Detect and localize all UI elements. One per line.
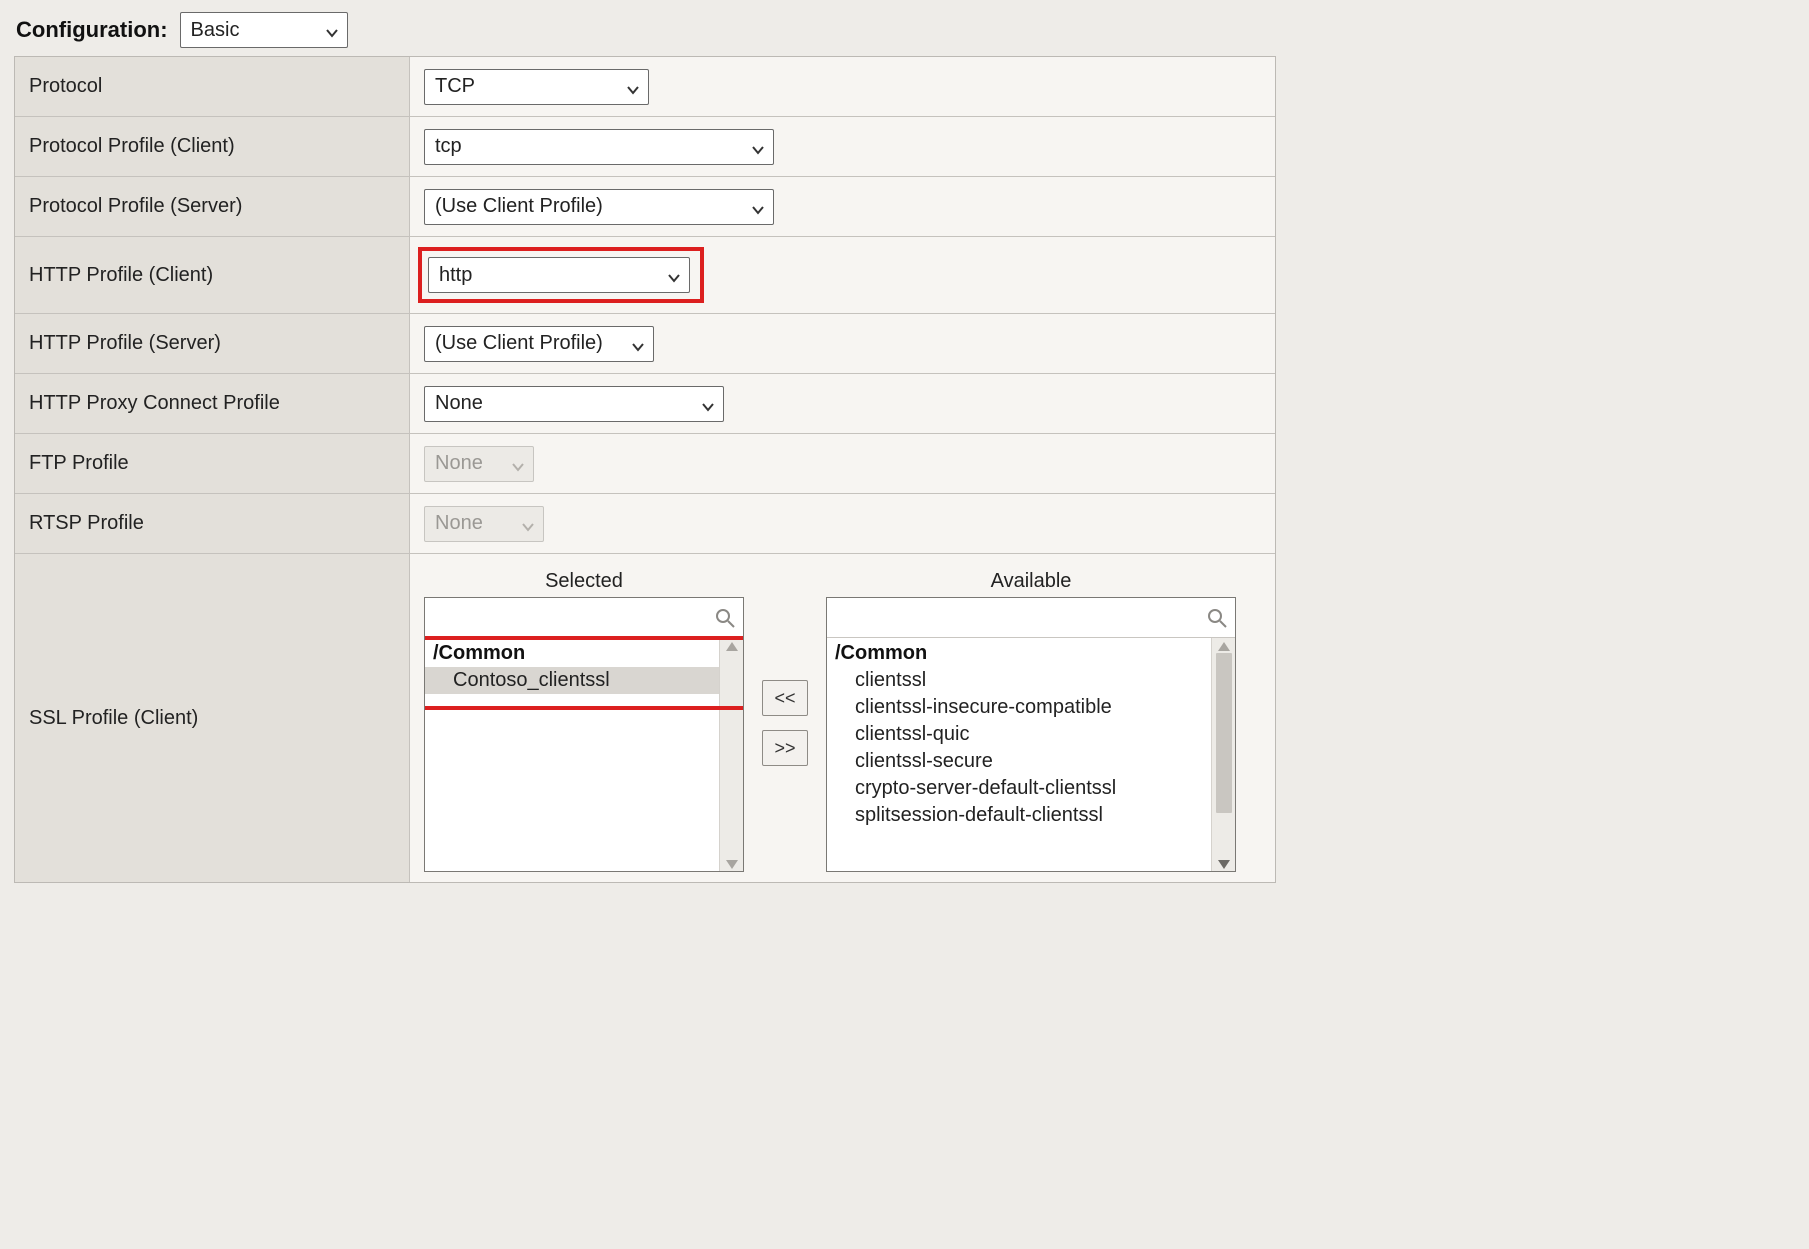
ssl-available-title: Available [991,570,1072,593]
protocol-profile-client-select[interactable]: tcp [424,129,774,165]
configuration-table: Protocol TCP Protocol Profile (Client) t… [14,56,1276,883]
ftp-profile-select: None [424,446,534,482]
ssl-available-group-header: /Common [827,640,1211,667]
scrollbar[interactable] [1211,638,1235,872]
ssl-available-item[interactable]: splitsession-default-clientssl [827,802,1211,829]
chevron-down-icon [631,337,645,351]
http-proxy-connect-select[interactable]: None [424,386,724,422]
protocol-profile-server-value: (Use Client Profile) [435,195,603,218]
chevron-down-icon [751,140,765,154]
protocol-label: Protocol [15,57,410,116]
chevron-down-icon [626,80,640,94]
rtsp-profile-select: None [424,506,544,542]
configuration-select-value: Basic [191,19,240,42]
protocol-select[interactable]: TCP [424,69,649,105]
scroll-down-icon[interactable] [1218,860,1230,869]
ssl-available-item[interactable]: clientssl-quic [827,721,1211,748]
configuration-label: Configuration: [16,17,168,43]
http-profile-client-value: http [439,264,472,287]
chevron-down-icon [325,23,339,37]
scrollbar[interactable] [719,638,743,872]
move-right-button[interactable]: >> [762,730,808,766]
search-icon[interactable] [1207,608,1227,628]
http-profile-server-value: (Use Client Profile) [435,332,603,355]
ssl-available-item[interactable]: crypto-server-default-clientssl [827,775,1211,802]
ssl-profile-client-label: SSL Profile (Client) [15,554,410,882]
chevron-down-icon [751,200,765,214]
ssl-available-item[interactable]: clientssl-secure [827,748,1211,775]
search-icon[interactable] [715,608,735,628]
protocol-select-value: TCP [435,75,475,98]
protocol-profile-client-label: Protocol Profile (Client) [15,117,410,176]
http-profile-server-select[interactable]: (Use Client Profile) [424,326,654,362]
http-profile-client-select[interactable]: http [428,257,690,293]
ssl-selected-item[interactable]: Contoso_clientssl [425,667,719,694]
chevron-down-icon [667,268,681,282]
http-profile-server-label: HTTP Profile (Server) [15,314,410,373]
ssl-available-listbox[interactable]: /Common clientsslclientssl-insecure-comp… [826,597,1236,872]
rtsp-profile-value: None [435,512,483,535]
http-proxy-connect-value: None [435,392,483,415]
http-profile-client-highlight: http [418,247,704,303]
scroll-down-icon[interactable] [726,860,738,869]
protocol-profile-server-label: Protocol Profile (Server) [15,177,410,236]
ssl-selected-group-header: /Common [425,640,719,667]
ssl-available-item[interactable]: clientssl [827,667,1211,694]
ssl-selected-listbox[interactable]: /Common Contoso_clientssl [424,597,744,872]
configuration-select[interactable]: Basic [180,12,348,48]
http-proxy-connect-label: HTTP Proxy Connect Profile [15,374,410,433]
protocol-profile-server-select[interactable]: (Use Client Profile) [424,189,774,225]
chevron-down-icon [511,457,525,471]
scroll-up-icon[interactable] [726,642,738,651]
move-left-button[interactable]: << [762,680,808,716]
http-profile-client-label: HTTP Profile (Client) [15,237,410,313]
rtsp-profile-label: RTSP Profile [15,494,410,553]
ssl-selected-title: Selected [545,570,623,593]
chevron-down-icon [521,517,535,531]
ftp-profile-label: FTP Profile [15,434,410,493]
scroll-up-icon[interactable] [1218,642,1230,651]
ftp-profile-value: None [435,452,483,475]
ssl-available-item[interactable]: clientssl-insecure-compatible [827,694,1211,721]
chevron-down-icon [701,397,715,411]
protocol-profile-client-value: tcp [435,135,462,158]
